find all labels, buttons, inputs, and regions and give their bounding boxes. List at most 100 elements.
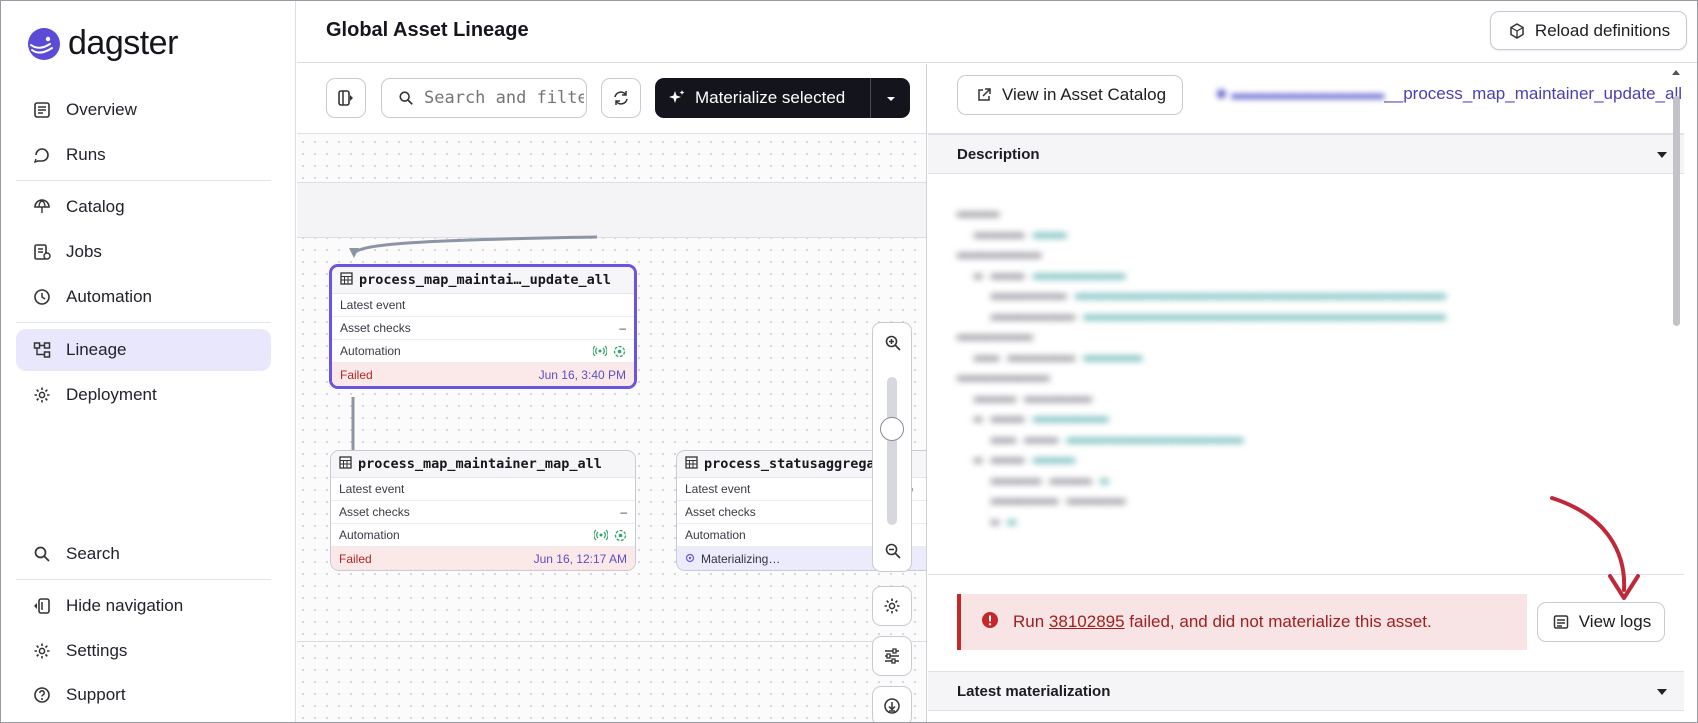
node-row-status-failed[interactable]: Failed Jun 16, 3:40 PM [332,363,634,386]
view-logs-label: View logs [1578,612,1652,631]
nav-label: Search [66,544,120,563]
automation-status-icons [593,345,626,358]
nav-label: Settings [66,641,128,660]
download-icon [884,698,900,714]
node-row-status-failed[interactable]: Failed Jun 16, 12:17 AM [331,547,635,570]
zoom-out-button[interactable] [873,531,913,571]
jobs-icon [32,242,52,262]
nav-item-lineage[interactable]: Lineage [16,329,271,371]
nav-label: Deployment [66,385,157,404]
redacted-description-content: ▬▬▬▬▬ ▬▬▬▬▬▬ ▬▬▬▬ ▬▬▬▬▬▬▬▬▬▬ ▬ ▬▬▬▬ ▬▬▬▬… [957,206,1446,530]
page-header: Global Asset Lineage Reload definitions [297,0,1698,63]
download-graph-button[interactable] [872,686,912,723]
redacted-prefix: ■ ▬▬▬▬▬▬▬▬▬ [1216,84,1385,103]
nav-label: Support [66,685,126,704]
zoom-slider-track[interactable] [887,377,897,525]
overview-icon [32,100,52,120]
nav-divider [16,322,271,323]
external-link-icon [974,85,994,105]
dagster-logo-icon [28,27,60,60]
zoom-controls [872,322,912,572]
node-row-automation: Automation [331,524,635,547]
node-row-asset-checks: Asset checks – [331,501,635,524]
asset-node-title[interactable]: process_map_maintainer_map_all [331,451,635,478]
description-section-header[interactable]: Description [928,134,1684,174]
asset-node-title[interactable]: process_map_maintai…_update_all [332,267,634,294]
sensor-icon [594,529,608,540]
node-row-automation: Automation [332,340,634,363]
catalog-label: View in Asset Catalog [1001,85,1167,104]
nav-item-jobs[interactable]: Jobs [16,231,271,273]
nav-item-deployment[interactable]: Deployment [16,374,271,416]
zoom-in-button[interactable] [873,323,913,363]
nav-item-search[interactable]: Search [16,533,271,575]
hide-nav-icon [32,596,52,616]
node-row-asset-checks: Asset checks – [332,317,634,340]
dagster-logo[interactable]: dagster [26,24,178,63]
zoom-out-icon [885,543,901,559]
reload-definitions-button[interactable]: Reload definitions [1490,11,1687,50]
table-icon [685,455,698,473]
asset-details-panel: View in Asset Catalog ■ ▬▬▬▬▬▬▬▬▬__proce… [928,64,1684,723]
nav-item-runs[interactable]: Runs [16,134,271,176]
asset-graph-canvas[interactable]: Materialize selected process_map_maintai… [297,64,927,723]
graph-settings-button[interactable] [872,586,912,626]
reload-label: Reload definitions [1534,20,1671,40]
error-message: Run 38102895 failed, and did not materia… [1013,612,1432,631]
lineage-edges [347,235,926,480]
reload-icon [1507,21,1527,41]
nav-item-automation[interactable]: Automation [16,276,271,318]
description-label: Description [957,145,1040,163]
nav-label: Hide navigation [66,596,184,615]
sidebar: dagster Overview Runs Catalog Jobs Autom… [0,0,296,723]
node-row-latest-event: Latest event [332,294,634,317]
view-in-asset-catalog-button[interactable]: View in Asset Catalog [957,75,1183,115]
nav-item-settings[interactable]: Settings [16,630,271,672]
chevron-down-icon [1656,683,1668,700]
logs-icon [1551,612,1571,632]
help-icon [32,685,52,705]
nav-item-catalog[interactable]: Catalog [16,186,271,228]
asset-node-process-map-maintainer-map-all[interactable]: process_map_maintainer_map_all Latest ev… [330,450,636,571]
brand-name: dagster [68,24,178,62]
nav-label: Overview [66,100,137,119]
nav-item-hide-navigation[interactable]: Hide navigation [16,585,271,627]
page-title: Global Asset Lineage [326,19,529,41]
automation-status-icons [594,529,627,542]
zoom-in-icon [885,335,901,351]
view-logs-button[interactable]: View logs [1537,602,1665,642]
graph-layout-button[interactable] [872,636,912,676]
nav-item-support[interactable]: Support [16,674,271,716]
runs-icon [32,145,52,165]
annotation-arrow-icon [1550,496,1640,600]
lineage-icon [32,340,52,360]
catalog-icon [32,197,52,217]
gear-icon [32,385,52,405]
nav-label: Catalog [66,197,125,216]
table-icon [340,271,353,289]
nav-label: Runs [66,145,106,164]
table-icon [339,455,352,473]
asset-path-text: __process_map_maintainer_update_all [1384,84,1682,103]
zoom-slider-handle[interactable] [880,417,904,441]
scroll-up-icon [1672,70,1680,75]
asset-path-link[interactable]: ■ ▬▬▬▬▬▬▬▬▬__process_map_maintainer_upda… [1216,84,1682,104]
run-id-link[interactable]: 38102895 [1049,612,1125,631]
scrollbar-thumb[interactable] [1673,96,1680,326]
clock-icon [32,287,52,307]
spinner-icon [685,552,695,566]
nav-label: Lineage [66,340,127,359]
panel-scrollbar[interactable] [1668,64,1684,723]
panel-top-bar: View in Asset Catalog ■ ▬▬▬▬▬▬▬▬▬__proce… [928,64,1684,134]
search-icon [32,544,52,564]
nav-divider [16,579,271,580]
auto-materialize-icon [613,345,626,357]
error-icon [981,611,999,634]
asset-node-process-map-maintainer-update-all[interactable]: process_map_maintai…_update_all Latest e… [329,264,637,389]
latest-materialization-section-header[interactable]: Latest materialization [928,671,1684,711]
latest-materialization-label: Latest materialization [957,682,1111,700]
nav-label: Jobs [66,242,102,261]
node-row-latest-event: Latest event [331,478,635,501]
gear-icon [884,598,900,614]
nav-item-overview[interactable]: Overview [16,89,271,131]
